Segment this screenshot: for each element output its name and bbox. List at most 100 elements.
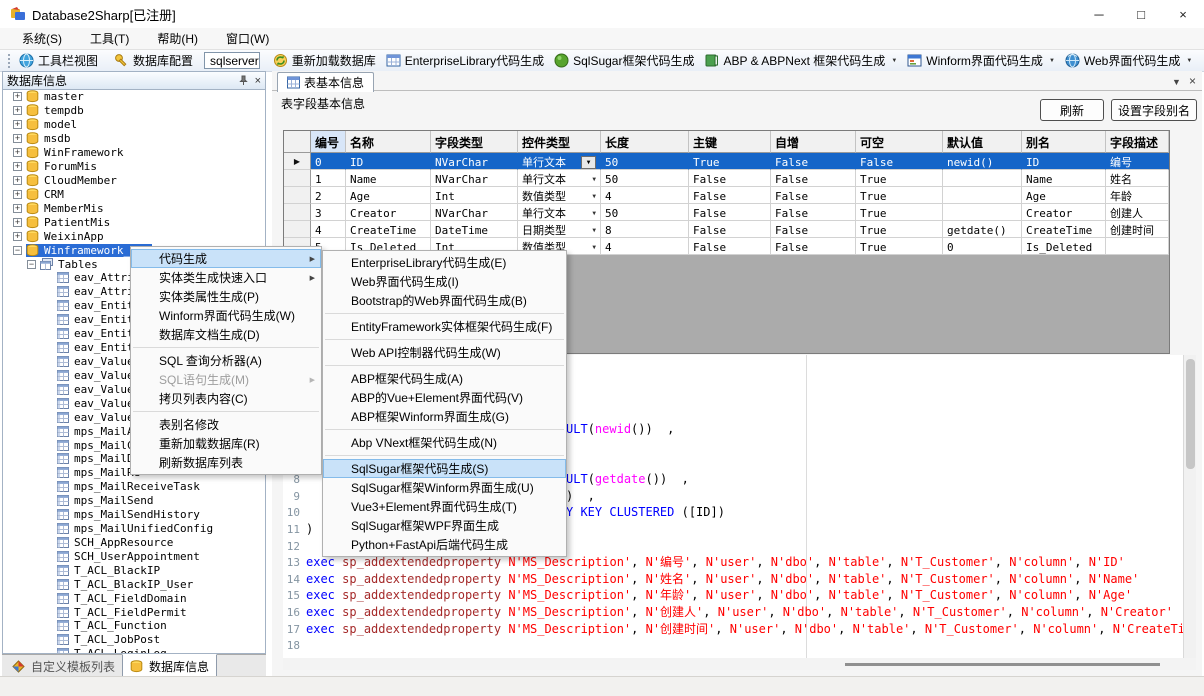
set-field-alias-button[interactable]: 设置字段别名 <box>1111 99 1197 121</box>
submenu-item-1[interactable]: Web界面代码生成(I) <box>323 272 566 291</box>
context-menu-item-2[interactable]: 实体类属性生成(P) <box>131 287 321 306</box>
pin-icon[interactable] <box>238 75 249 86</box>
grid-cell[interactable]: False <box>689 221 771 238</box>
grid-cell[interactable]: False <box>771 204 856 221</box>
submenu-item-9[interactable]: ABP的Vue+Element界面代码(V) <box>323 388 566 407</box>
grid-cell[interactable] <box>1106 238 1169 255</box>
context-menu-item-6[interactable]: SQL 查询分析器(A) <box>131 351 321 370</box>
tree-item-ForumMis[interactable]: +ForumMis <box>3 160 265 174</box>
grid-cell[interactable]: NVarChar <box>431 170 518 187</box>
grid-cell[interactable]: 50 <box>601 170 689 187</box>
grid-cell[interactable]: True <box>856 187 943 204</box>
editor-horizontal-scrollbar[interactable] <box>283 658 1196 670</box>
tree-item-SCH_AppResource[interactable]: SCH_AppResource <box>3 536 265 550</box>
submenu-item-15[interactable]: SqlSugar框架Winform界面生成(U) <box>323 478 566 497</box>
grid-cell[interactable]: 单行文本▼ <box>518 204 601 221</box>
grid-cell[interactable]: Int <box>431 187 518 204</box>
grid-column-header-7[interactable]: 可空 <box>856 131 943 153</box>
grid-cell[interactable]: 4 <box>311 221 346 238</box>
grid-cell[interactable]: 数值类型▼ <box>518 187 601 204</box>
grid-cell[interactable]: False <box>771 170 856 187</box>
grid-cell[interactable]: False <box>689 238 771 255</box>
context-menu-item-10[interactable]: 表别名修改 <box>131 415 321 434</box>
grid-column-header-5[interactable]: 主键 <box>689 131 771 153</box>
submenu-item-8[interactable]: ABP框架代码生成(A) <box>323 369 566 388</box>
grid-cell[interactable]: ID <box>346 153 431 170</box>
table-row[interactable]: ▶0IDNVarChar单行文本▼50TrueFalseFalsenewid()… <box>284 153 1169 170</box>
submenu-item-4[interactable]: EntityFramework实体框架代码生成(F) <box>323 317 566 336</box>
tree-item-T_ACL_JobPost[interactable]: T_ACL_JobPost <box>3 633 265 647</box>
combo-dropdown-icon[interactable]: ▼ <box>581 156 596 169</box>
grid-cell[interactable]: NVarChar <box>431 204 518 221</box>
grid-cell[interactable]: False <box>771 187 856 204</box>
tree-item-T_ACL_Function[interactable]: T_ACL_Function <box>3 619 265 633</box>
menubar-item-1[interactable]: 工具(T) <box>76 28 143 50</box>
tree-item-mps_MailSend[interactable]: mps_MailSend <box>3 494 265 508</box>
grid-cell[interactable]: Age <box>346 187 431 204</box>
grid-column-header-4[interactable]: 长度 <box>601 131 689 153</box>
tree-expander[interactable]: + <box>13 218 22 227</box>
grid-cell[interactable]: 4 <box>601 187 689 204</box>
grid-cell[interactable]: True <box>856 238 943 255</box>
grid-cell[interactable]: False <box>689 204 771 221</box>
grid-cell[interactable]: True <box>689 153 771 170</box>
tab-chevron-icon[interactable]: ▼ <box>1172 77 1181 87</box>
context-menu-item-0[interactable]: 代码生成▶ <box>131 249 321 268</box>
grid-cell[interactable]: CreateTime <box>346 221 431 238</box>
tree-item-CloudMember[interactable]: +CloudMember <box>3 174 265 188</box>
submenu-item-17[interactable]: SqlSugar框架WPF界面生成 <box>323 516 566 535</box>
tree-expander[interactable]: + <box>13 176 22 185</box>
grid-cell[interactable]: 创建人 <box>1106 204 1169 221</box>
database-type-select[interactable]: sqlserver ▼ <box>204 52 260 69</box>
table-row[interactable]: 3CreatorNVarChar单行文本▼50FalseFalseTrueCre… <box>284 204 1169 221</box>
toolbar-web-button[interactable]: Web界面代码生成 ▼ <box>1060 51 1197 70</box>
grid-cell[interactable]: Creator <box>1022 204 1106 221</box>
editor-vertical-scrollbar[interactable] <box>1183 355 1196 658</box>
grid-cell[interactable]: 1 <box>311 170 346 187</box>
tree-expander[interactable]: + <box>13 232 22 241</box>
grid-cell[interactable]: Is_Deleted <box>1022 238 1106 255</box>
grid-cell[interactable]: False <box>771 221 856 238</box>
context-menu-item-1[interactable]: 实体类生成快速入口▶ <box>131 268 321 287</box>
panel-close-icon[interactable]: × <box>255 75 261 87</box>
submenu-item-6[interactable]: Web API控制器代码生成(W) <box>323 343 566 362</box>
tab-close-icon[interactable]: × <box>1189 74 1196 88</box>
grid-cell[interactable]: 3 <box>311 204 346 221</box>
context-menu-item-8[interactable]: 拷贝列表内容(C) <box>131 389 321 408</box>
grid-cell[interactable]: False <box>856 153 943 170</box>
grid-column-header-6[interactable]: 自增 <box>771 131 856 153</box>
grid-cell[interactable]: 50 <box>601 153 689 170</box>
context-menu-item-3[interactable]: Winform界面代码生成(W) <box>131 306 321 325</box>
tree-item-CRM[interactable]: +CRM <box>3 187 265 201</box>
submenu-item-2[interactable]: Bootstrap的Web界面代码生成(B) <box>323 291 566 310</box>
grid-cell[interactable] <box>943 204 1022 221</box>
menubar-item-0[interactable]: 系统(S) <box>8 28 76 50</box>
tree-item-model[interactable]: +model <box>3 118 265 132</box>
grid-column-header-0[interactable]: 编号 <box>311 131 346 153</box>
grid-cell[interactable] <box>943 170 1022 187</box>
grid-cell[interactable]: Age <box>1022 187 1106 204</box>
combo-dropdown-icon[interactable]: ▼ <box>592 193 596 200</box>
grid-cell[interactable]: False <box>689 170 771 187</box>
close-button[interactable]: × <box>1162 0 1204 28</box>
tab-table-basic-info[interactable]: 表基本信息 <box>277 72 374 92</box>
grid-cell[interactable]: 8 <box>601 221 689 238</box>
tree-expander[interactable]: + <box>13 148 22 157</box>
grid-cell[interactable]: Name <box>1022 170 1106 187</box>
grid-cell[interactable]: 4 <box>601 238 689 255</box>
tree-item-MemberMis[interactable]: +MemberMis <box>3 201 265 215</box>
bottom-tab-0[interactable]: 自定义模板列表 <box>5 655 122 678</box>
tree-item-T_ACL_BlackIP[interactable]: T_ACL_BlackIP <box>3 563 265 577</box>
tree-expander[interactable]: + <box>13 190 22 199</box>
submenu-item-14[interactable]: SqlSugar框架代码生成(S) <box>323 459 566 478</box>
tree-item-T_ACL_FieldDomain[interactable]: T_ACL_FieldDomain <box>3 591 265 605</box>
submenu-item-12[interactable]: Abp VNext框架代码生成(N) <box>323 433 566 452</box>
toolbar-sqlsugar-button[interactable]: SqlSugar框架代码生成 <box>549 51 699 70</box>
grid-cell[interactable]: 创建时间 <box>1106 221 1169 238</box>
toolbar-view-button[interactable]: 工具栏视图 <box>14 51 103 70</box>
tree-item-msdb[interactable]: +msdb <box>3 132 265 146</box>
tree-item-mps_MailUnifiedConfig[interactable]: mps_MailUnifiedConfig <box>3 522 265 536</box>
submenu-item-16[interactable]: Vue3+Element界面代码生成(T) <box>323 497 566 516</box>
tree-expander[interactable]: − <box>27 260 36 269</box>
grid-cell[interactable]: 0 <box>943 238 1022 255</box>
